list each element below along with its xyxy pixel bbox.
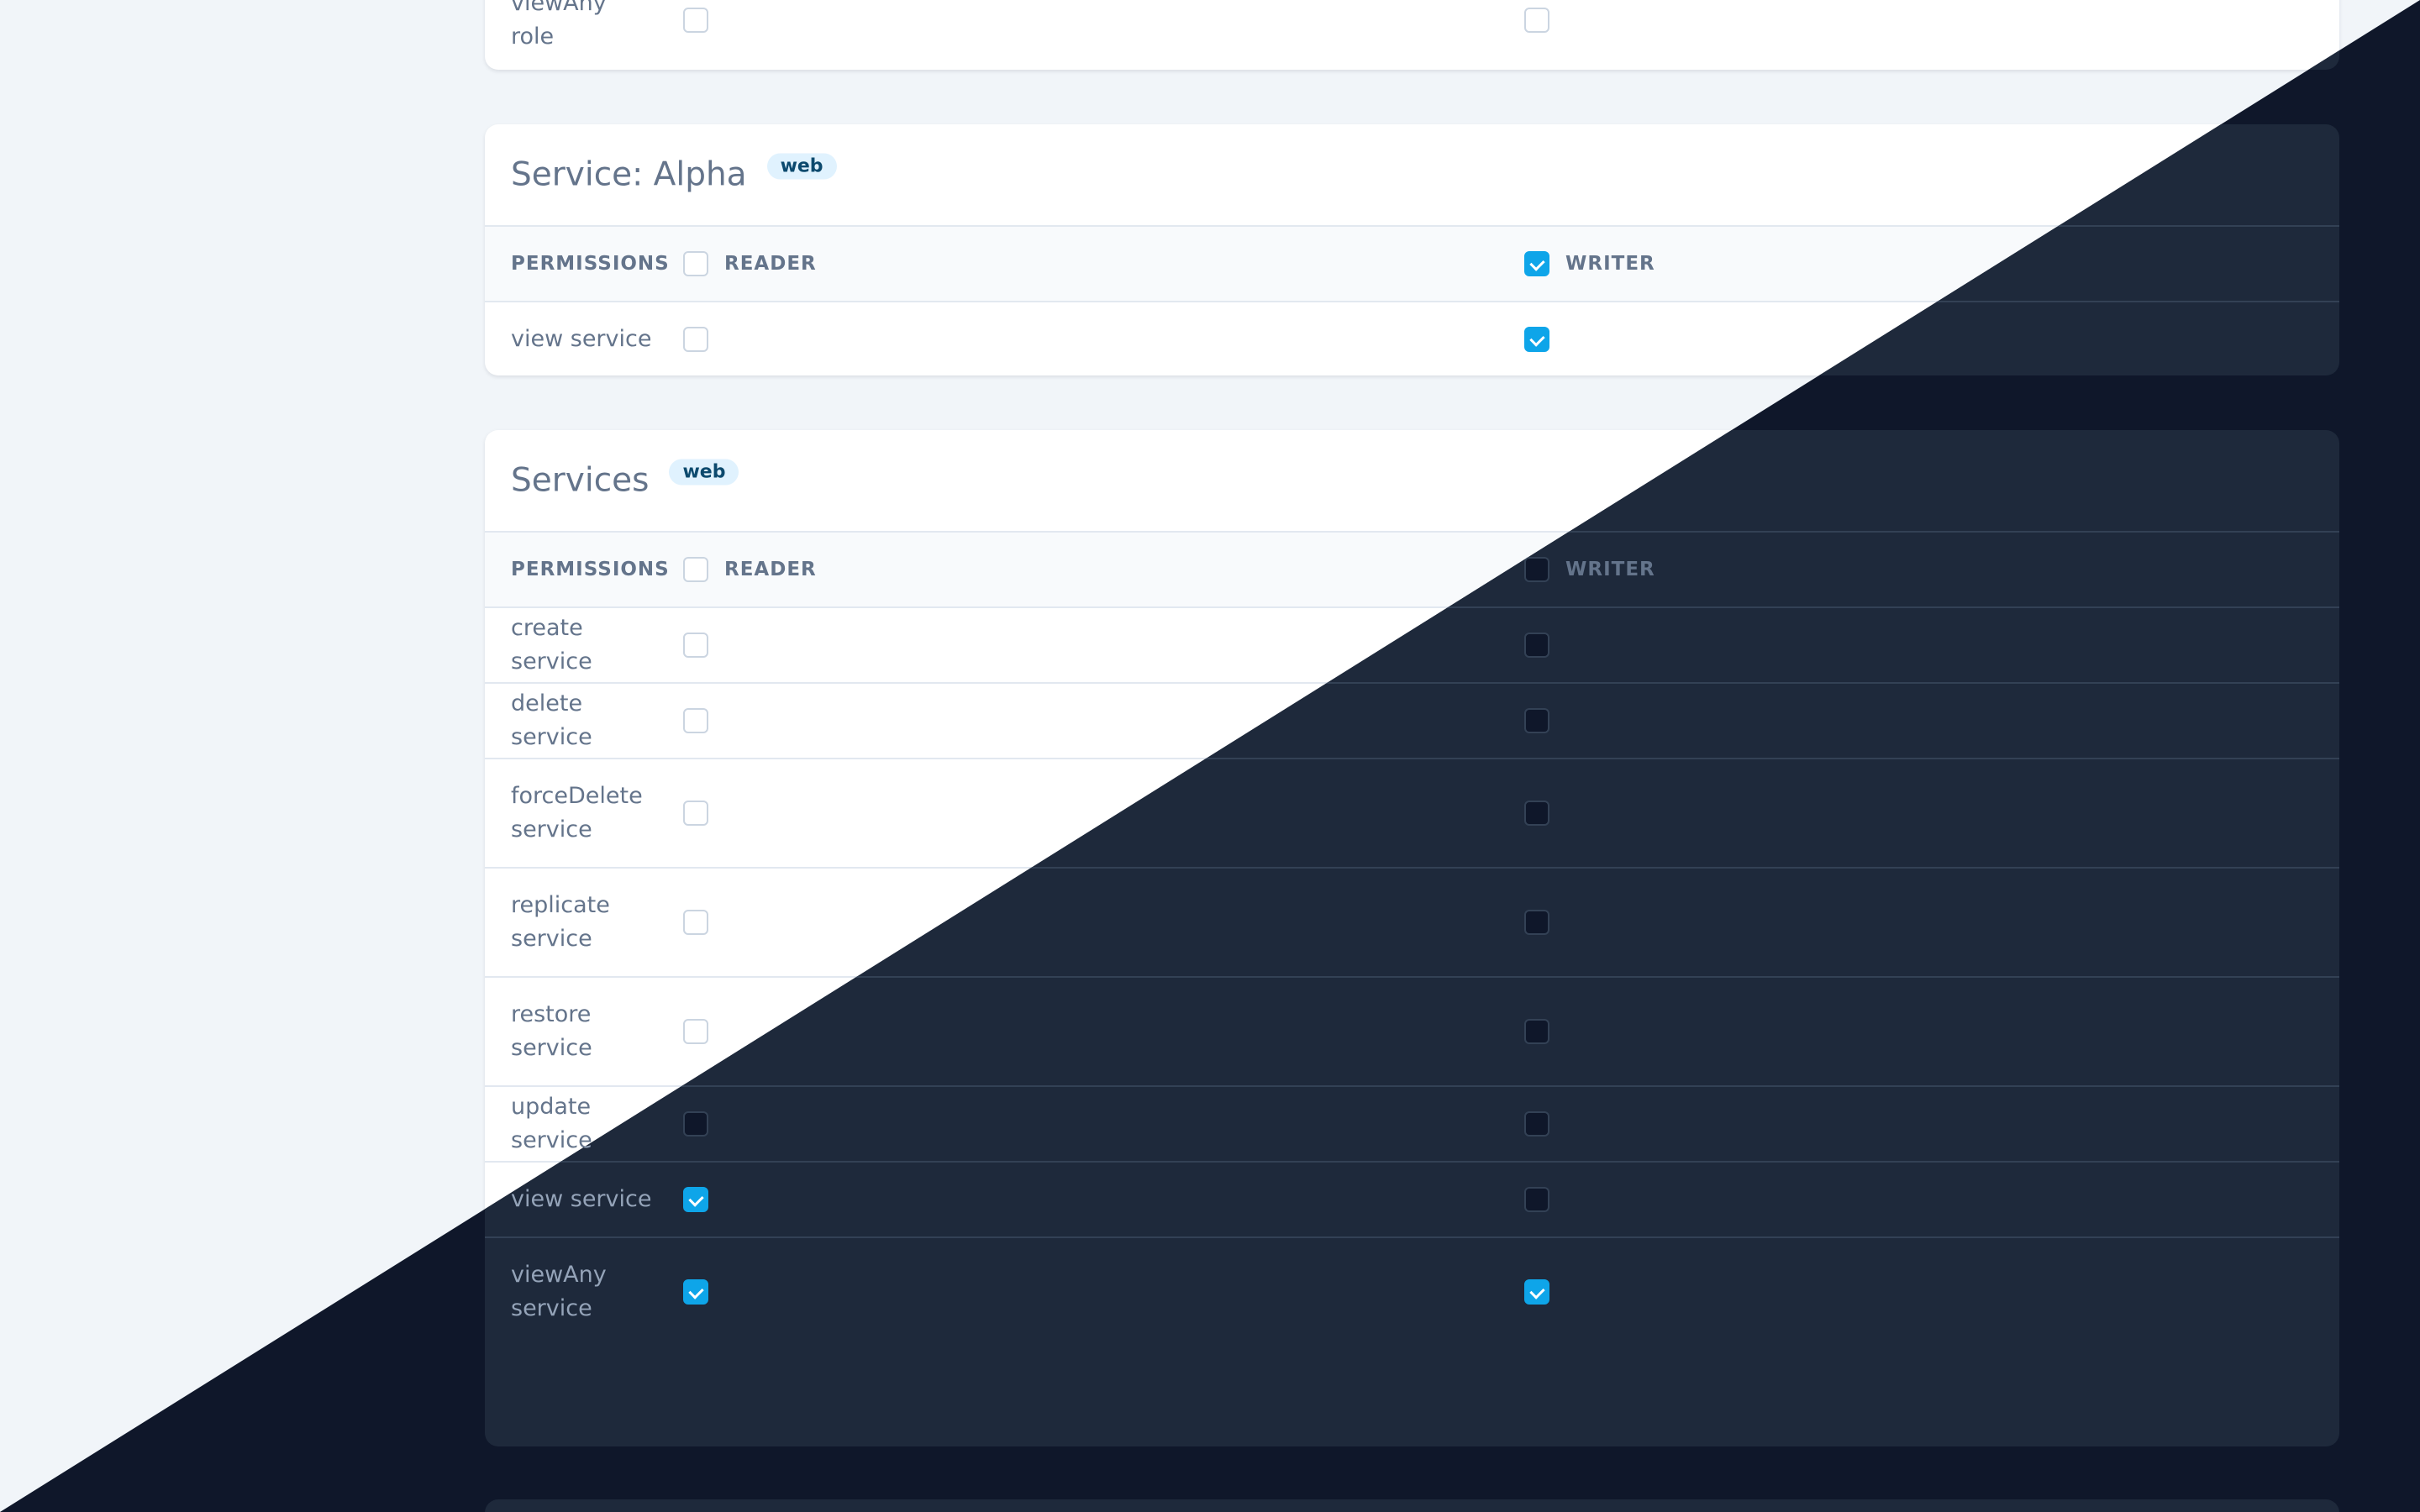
writer-checkbox[interactable]: [1524, 910, 1549, 935]
permission-label: delete service: [511, 690, 592, 750]
permission-label: view service: [511, 326, 652, 352]
reader-column-header: READER: [724, 253, 817, 275]
reader-checkbox[interactable]: [683, 1279, 708, 1305]
permission-label: viewAny service: [511, 1262, 607, 1321]
writer-column-header: WRITER: [1565, 559, 1655, 580]
writer-checkbox[interactable]: [1524, 1111, 1549, 1137]
permission-label: create service: [511, 615, 592, 675]
reader-select-all-checkbox[interactable]: [683, 251, 708, 276]
permission-label: restore service: [511, 1001, 592, 1061]
permissions-column-header: PERMISSIONS: [511, 559, 670, 580]
reader-checkbox[interactable]: [683, 1019, 708, 1044]
reader-checkbox[interactable]: [683, 327, 708, 352]
guard-badge: web: [766, 153, 837, 180]
next-card: [485, 1499, 2339, 1512]
card-title: Service: Alpha web: [511, 153, 837, 194]
reader-checkbox[interactable]: [683, 1111, 708, 1137]
reader-checkbox[interactable]: [683, 1187, 708, 1212]
reader-column-header: READER: [724, 559, 817, 580]
card-title: Services web: [511, 459, 739, 500]
writer-checkbox[interactable]: [1524, 1187, 1549, 1212]
writer-checkbox[interactable]: [1524, 327, 1549, 352]
table-row: viewAny service: [485, 1238, 2339, 1346]
writer-select-all-checkbox[interactable]: [1524, 251, 1549, 276]
writer-column-header: WRITER: [1565, 253, 1655, 275]
reader-checkbox[interactable]: [683, 8, 708, 33]
card-title-text: Service: Alpha: [511, 155, 747, 194]
table-row: update service: [485, 1087, 2339, 1163]
writer-select-all-checkbox[interactable]: [1524, 557, 1549, 582]
table-row: view service: [485, 1163, 2339, 1238]
reader-checkbox[interactable]: [683, 708, 708, 733]
role-permissions-card: viewAny role: [485, 0, 2339, 70]
writer-checkbox[interactable]: [1524, 1019, 1549, 1044]
permission-label: viewAny role: [511, 0, 607, 50]
permissions-column-header: PERMISSIONS: [511, 253, 670, 275]
card-title-text: Services: [511, 461, 650, 500]
guard-badge: web: [669, 459, 739, 486]
writer-checkbox[interactable]: [1524, 8, 1549, 33]
permission-label: view service: [511, 1186, 652, 1212]
reader-checkbox[interactable]: [683, 633, 708, 658]
permission-label: replicate service: [511, 892, 610, 952]
writer-checkbox[interactable]: [1524, 1279, 1549, 1305]
permission-label: forceDelete service: [511, 783, 643, 843]
card-header: Service: Alpha web: [485, 124, 2339, 227]
writer-checkbox[interactable]: [1524, 801, 1549, 826]
writer-checkbox[interactable]: [1524, 708, 1549, 733]
reader-checkbox[interactable]: [683, 910, 708, 935]
writer-checkbox[interactable]: [1524, 633, 1549, 658]
reader-checkbox[interactable]: [683, 801, 708, 826]
reader-select-all-checkbox[interactable]: [683, 557, 708, 582]
table-row: viewAny role: [485, 0, 2339, 70]
